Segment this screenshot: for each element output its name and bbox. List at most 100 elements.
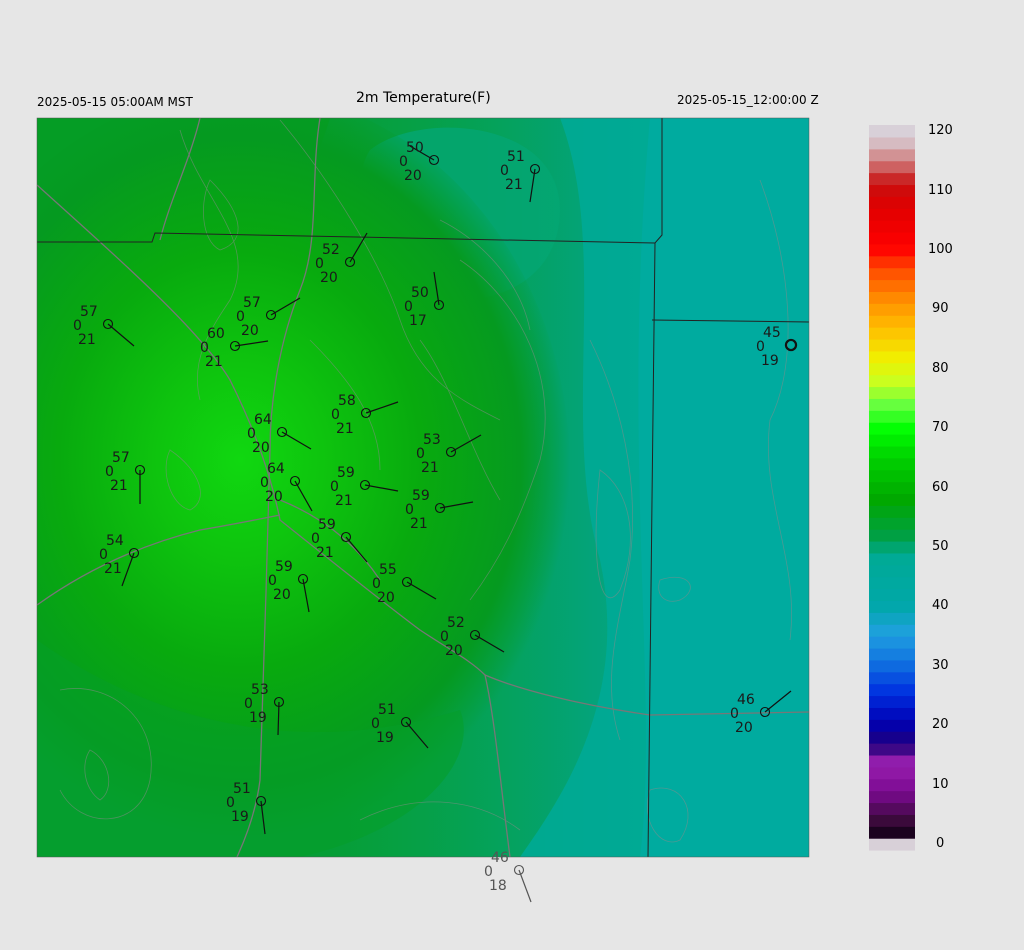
colorbar-bin [869, 279, 915, 292]
station-temperature: 57 [112, 450, 130, 466]
station-temperature: 51 [507, 149, 525, 165]
station-temperature: 46 [491, 850, 509, 866]
colorbar-tick-label: 60 [932, 480, 949, 495]
station-dewpoint: 20 [320, 270, 338, 286]
colorbar-bin [869, 529, 915, 542]
colorbar-bin [869, 184, 915, 197]
colorbar-bin [869, 315, 915, 328]
colorbar-bin [869, 719, 915, 732]
station-dewpoint: 21 [110, 478, 128, 494]
colorbar-bin [869, 659, 915, 673]
station-temperature: 58 [338, 393, 356, 409]
station-temperature: 50 [406, 140, 424, 156]
colorbar-bin [869, 457, 915, 471]
colorbar-bin [869, 695, 915, 708]
temperature-colorbar [869, 125, 915, 851]
colorbar-bin [869, 600, 915, 613]
cool-region-far-east [638, 118, 809, 857]
colorbar-bin [869, 374, 915, 388]
station-temperature: 57 [80, 304, 98, 320]
map-panel [37, 118, 809, 857]
colorbar-bin [869, 469, 915, 483]
colorbar-bin [869, 493, 915, 506]
colorbar-bin [869, 540, 915, 554]
colorbar-bin [869, 303, 915, 316]
station-temperature: 57 [243, 295, 261, 311]
station-dewpoint: 20 [735, 720, 753, 736]
station-dewpoint: 20 [445, 643, 463, 659]
colorbar-bin [869, 814, 915, 827]
station-dewpoint: 20 [377, 590, 395, 606]
station-dewpoint: 21 [421, 460, 439, 476]
colorbar-tick-label: 120 [928, 123, 953, 138]
colorbar-bin [869, 552, 915, 566]
station-dewpoint: 21 [78, 332, 96, 348]
station-temperature: 53 [251, 682, 269, 698]
colorbar-bin [869, 588, 915, 602]
colorbar-bin [869, 398, 915, 411]
station-temperature: 54 [106, 533, 124, 549]
colorbar-bin [869, 125, 915, 138]
colorbar-bin [869, 826, 915, 839]
station-dewpoint: 19 [231, 809, 249, 825]
colorbar-bin [869, 481, 915, 495]
colorbar-bin [869, 647, 915, 661]
station-dewpoint: 19 [376, 730, 394, 746]
colorbar-bin [869, 505, 915, 518]
colorbar-bin [869, 350, 915, 364]
colorbar-tick-label: 50 [932, 539, 949, 554]
colorbar-bin [869, 445, 915, 459]
station-temperature: 59 [275, 559, 293, 575]
colorbar-bin [869, 243, 915, 257]
station-dewpoint: 20 [404, 168, 422, 184]
colorbar-bin [869, 172, 915, 186]
colorbar-bin [869, 327, 915, 340]
colorbar-bin [869, 624, 915, 637]
station-plot: 46018 [484, 850, 532, 903]
station-temperature: 45 [763, 325, 781, 341]
station-dewpoint: 20 [265, 489, 283, 505]
station-dewpoint: 21 [316, 545, 334, 561]
colorbar-tick-label: 100 [928, 242, 953, 257]
colorbar-bin [869, 160, 915, 174]
colorbar-tick-label: 20 [932, 717, 949, 732]
colorbar-bin [869, 434, 915, 447]
colorbar-bin [869, 766, 915, 780]
station-dewpoint: 21 [205, 354, 223, 370]
colorbar-bin [869, 517, 915, 530]
station-temperature: 52 [322, 242, 340, 258]
colorbar-bin [869, 636, 915, 649]
colorbar-bin [869, 778, 915, 792]
colorbar-bin [869, 136, 915, 150]
station-dewpoint: 21 [104, 561, 122, 577]
station-temperature: 51 [233, 781, 251, 797]
station-temperature: 51 [378, 702, 396, 718]
colorbar-bin [869, 148, 915, 162]
station-dewpoint: 21 [335, 493, 353, 509]
colorbar-tick-label: 30 [932, 658, 949, 673]
station-temperature: 53 [423, 432, 441, 448]
station-temperature: 59 [318, 517, 336, 533]
colorbar-tick-label: 70 [932, 420, 949, 435]
colorbar-tick-label: 40 [932, 598, 949, 613]
station-temperature: 64 [254, 412, 272, 428]
colorbar-bin [869, 838, 915, 851]
colorbar-bin [869, 231, 915, 245]
colorbar-bin [869, 683, 915, 697]
station-dewpoint: 19 [249, 710, 267, 726]
station-temperature: 59 [337, 465, 355, 481]
station-temperature: 59 [412, 488, 430, 504]
colorbar-tick-label: 80 [932, 361, 949, 376]
station-dewpoint: 20 [252, 440, 270, 456]
colorbar-bin [869, 362, 915, 376]
colorbar-bin [869, 422, 915, 435]
colorbar-bin [869, 731, 915, 744]
colorbar-bin [869, 410, 915, 423]
station-temperature: 52 [447, 615, 465, 631]
colorbar-bin [869, 220, 915, 233]
colorbar-bin [869, 707, 915, 720]
station-dewpoint: 18 [489, 878, 507, 894]
colorbar-bin [869, 754, 915, 768]
wind-barb [518, 869, 532, 903]
station-dewpoint: 19 [761, 353, 779, 369]
